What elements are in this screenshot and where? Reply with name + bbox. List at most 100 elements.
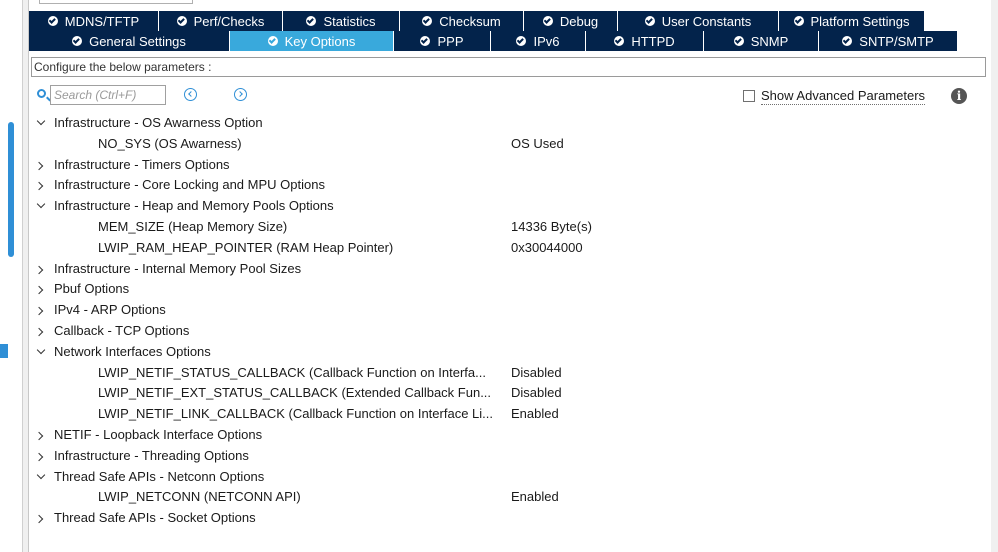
check-circle-icon [644,16,655,26]
tab-label: Key Options [284,33,356,49]
tree-group-label: Thread Safe APIs - Socket Options [54,510,256,526]
search-previous-icon[interactable] [184,88,197,101]
tree-group-label: Infrastructure - Timers Options [54,156,230,172]
tree-group[interactable]: Infrastructure - Threading Options [29,446,986,467]
tree-group[interactable]: Thread Safe APIs - Socket Options [29,508,986,529]
chevron-right-icon[interactable] [34,452,44,461]
tree-parameter[interactable]: MEM_SIZE (Heap Memory Size) 14336 Byte(s) [29,217,986,238]
left-panel [0,0,23,552]
chevron-right-icon[interactable] [34,327,44,337]
tree-group[interactable]: Pbuf Options [29,279,986,300]
tree-parameter[interactable]: LWIP_RAM_HEAP_POINTER (RAM Heap Pointer)… [29,238,986,259]
show-advanced-checkbox[interactable] [743,90,755,102]
parameter-value[interactable]: Disabled [511,383,562,404]
tab-user-constants[interactable]: User Constants [618,11,779,31]
tree-group[interactable]: Infrastructure - Internal Memory Pool Si… [29,259,986,280]
tab-label: Perf/Checks [193,13,265,29]
parameter-value[interactable]: Enabled [511,404,559,425]
chevron-down-icon[interactable] [36,199,46,209]
chevron-right-icon[interactable] [34,514,44,524]
tab-label: PPP [437,33,464,49]
tab-label: Statistics [323,13,376,29]
tree-parameter[interactable]: LWIP_NETIF_LINK_CALLBACK (Callback Funct… [29,404,986,425]
chevron-right-icon[interactable] [34,286,44,295]
tree-group[interactable]: Infrastructure - Heap and Memory Pools O… [29,196,986,217]
parameter-label: LWIP_NETIF_EXT_STATUS_CALLBACK (Extended… [98,385,492,401]
left-panel-scrollbar[interactable] [8,122,14,257]
top-tab-stub [39,0,193,4]
tab-mdns-tftp[interactable]: MDNS/TFTP [29,11,159,31]
tree-group-label: Infrastructure - Internal Memory Pool Si… [54,260,302,276]
parameter-value[interactable]: Enabled [511,487,559,508]
parameter-value[interactable]: Disabled [511,363,562,384]
check-circle-icon [72,36,83,46]
parameter-label: NO_SYS (OS Awarness) [98,135,242,151]
search-next-icon[interactable] [234,88,247,101]
tree-group[interactable]: Callback - TCP Options [29,321,986,342]
tab-label: User Constants [661,13,752,29]
chevron-right-icon[interactable] [34,161,44,170]
tab-snmp[interactable]: SNMP [704,31,819,51]
chevron-right-icon[interactable] [34,431,44,441]
tab-sntp-smtp[interactable]: SNTP/SMTP [819,31,958,51]
tree-parameter[interactable]: LWIP_NETIF_EXT_STATUS_CALLBACK (Extended… [29,383,986,404]
parameter-label: LWIP_NETIF_STATUS_CALLBACK (Callback Fun… [98,364,486,380]
tab-platform-settings[interactable]: Platform Settings [779,11,925,31]
tree-group-label: IPv4 - ARP Options [54,302,166,318]
chevron-down-icon[interactable] [36,116,46,126]
check-circle-icon [420,36,431,46]
tab-label: Debug [559,13,599,29]
chevron-right-icon[interactable] [34,265,44,274]
check-circle-icon [516,36,527,46]
tab-label: Platform Settings [810,13,910,29]
tab-label: SNMP [750,33,789,49]
tree-parameter[interactable]: NO_SYS (OS Awarness) OS Used [29,134,986,155]
tree-group[interactable]: Infrastructure - Timers Options [29,155,986,176]
search-input[interactable] [50,85,166,105]
tab-key-options[interactable]: Key Options [230,31,394,51]
tab-ipv6[interactable]: IPv6 [491,31,586,51]
chevron-right-icon[interactable] [34,182,44,191]
tab-label: Checksum [439,13,501,29]
tab-general-settings[interactable]: General Settings [29,31,230,51]
tree-group-label: Infrastructure - Core Locking and MPU Op… [54,177,325,193]
search-icon[interactable] [37,89,46,98]
tree-group[interactable]: NETIF - Loopback Interface Options [29,425,986,446]
tree-group[interactable]: Infrastructure - Core Locking and MPU Op… [29,175,986,196]
config-description: Configure the below parameters : [31,57,986,77]
show-advanced-label[interactable]: Show Advanced Parameters [761,88,926,105]
tree-group[interactable]: Network Interfaces Options [29,342,986,363]
parameter-label: LWIP_NETIF_LINK_CALLBACK (Callback Funct… [98,406,493,422]
parameter-tree: Infrastructure - OS Awarness Option NO_SY… [29,113,986,529]
tree-parameter[interactable]: LWIP_NETIF_STATUS_CALLBACK (Callback Fun… [29,363,986,384]
chevron-down-icon[interactable] [36,345,46,355]
parameter-label: LWIP_RAM_HEAP_POINTER (RAM Heap Pointer) [98,239,394,255]
tab-httpd[interactable]: HTTPD [586,31,704,51]
tree-group[interactable]: IPv4 - ARP Options [29,300,986,321]
check-circle-icon [306,16,317,26]
tree-group[interactable]: Thread Safe APIs - Netconn Options [29,467,986,488]
tab-debug[interactable]: Debug [524,11,618,31]
chevron-right-icon[interactable] [34,306,44,316]
tab-perf-checks[interactable]: Perf/Checks [159,11,283,31]
tab-label: SNTP/SMTP [859,33,934,49]
check-circle-icon [842,36,853,46]
tree-group-label: Infrastructure - Threading Options [54,447,249,463]
parameter-value[interactable]: 14336 Byte(s) [511,217,592,238]
tree-parameter[interactable]: LWIP_NETCONN (NETCONN API) Enabled [29,487,986,508]
tab-checksum[interactable]: Checksum [400,11,524,31]
parameter-value[interactable]: 0x30044000 [511,238,583,259]
chevron-down-icon[interactable] [36,470,46,479]
tab-label: IPv6 [533,33,560,49]
tree-group-label: Callback - TCP Options [54,322,190,338]
check-circle-icon [733,36,744,46]
info-icon[interactable]: i [951,88,967,104]
parameter-value[interactable]: OS Used [511,134,564,155]
check-circle-icon [793,16,804,26]
check-circle-icon [542,16,553,26]
panel-resize-handle[interactable] [0,344,8,358]
tab-statistics[interactable]: Statistics [283,11,400,31]
configuration-panel: MDNS/TFTP Perf/Checks Statistics Checksum De… [28,0,991,552]
tree-group[interactable]: Infrastructure - OS Awarness Option [29,113,986,134]
tab-ppp[interactable]: PPP [394,31,491,51]
